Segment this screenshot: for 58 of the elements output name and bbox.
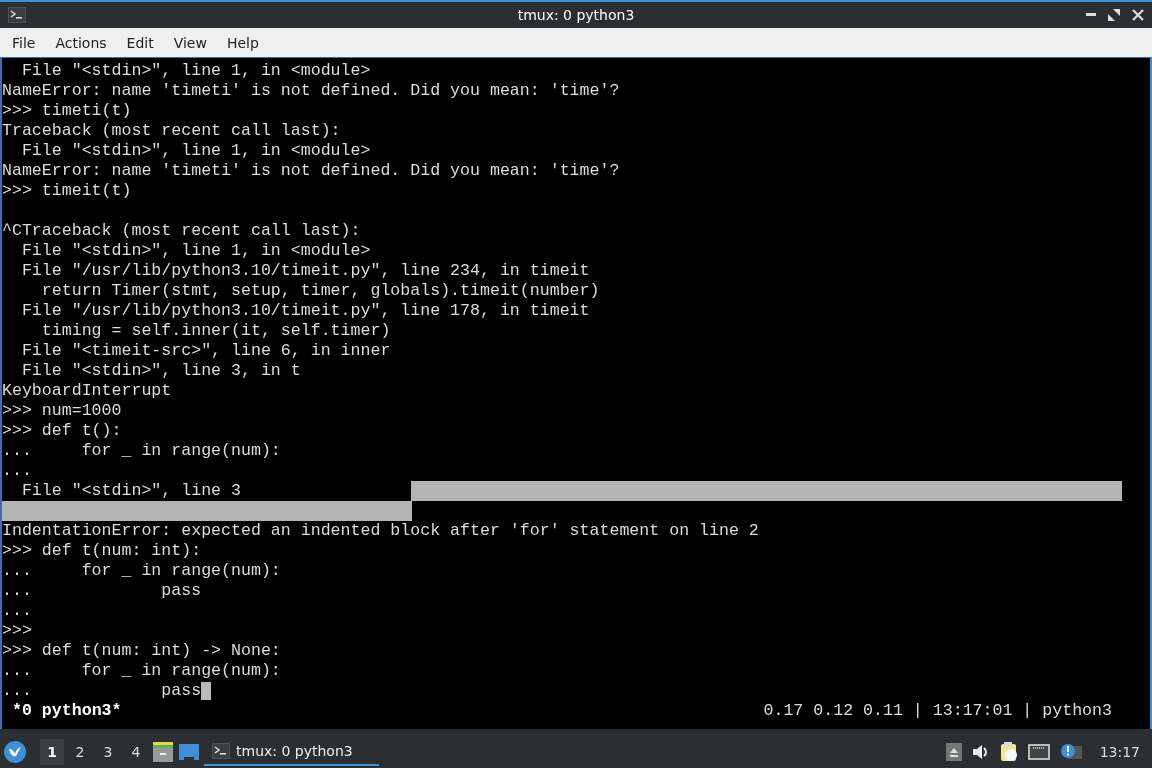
terminal-line: ... for _ in range(num): <box>2 661 281 681</box>
menu-item[interactable]: Help <box>216 30 269 55</box>
terminal-line: IndentationError: expected an indented block after 'for' statement on line 2 <box>2 521 759 541</box>
menu-item[interactable]: File <box>2 30 46 55</box>
maximize-icon[interactable] <box>1108 9 1120 21</box>
terminal-line: Traceback (most recent call last): <box>2 121 341 141</box>
terminal-line: ... pass <box>2 681 202 701</box>
terminal-line: >>> timeti(t) <box>2 101 132 121</box>
terminal-line: ... pass <box>2 581 202 601</box>
menu-item[interactable]: Actions <box>45 30 117 55</box>
window-title: tmux: 0 python3 <box>517 7 635 23</box>
terminal-line: File "/usr/lib/python3.10/timeit.py", line 234, in timeit <box>20 261 590 281</box>
file-cabinet-icon[interactable] <box>152 741 174 763</box>
terminal-line: return Timer(stmt, setup, timer, globals).timeit(number) <box>40 281 600 301</box>
terminal-line: ... <box>2 601 32 621</box>
terminal-line: >>> num=1000 <box>2 401 122 421</box>
terminal-icon <box>212 743 230 759</box>
terminal-line: >>> def t(num: int) -> None: <box>2 641 281 661</box>
start-menu-icon[interactable] <box>4 741 26 763</box>
workspace-button[interactable]: 3 <box>96 739 120 765</box>
terminal-line: >>> <box>2 621 32 641</box>
terminal-icon <box>8 7 26 23</box>
terminal-line: NameError: name 'timeti' is not defined. Did you mean: 'time'? <box>2 161 620 181</box>
terminal-line: File "<stdin>", line 3, in t <box>20 361 301 381</box>
terminal-line: >>> timeit(t) <box>2 181 132 201</box>
terminal-line: ... for _ in range(num): <box>2 561 281 581</box>
volume-icon[interactable] <box>971 744 990 760</box>
terminal-line: File "<stdin>", line 1, in <module> <box>20 141 371 161</box>
workspace-button[interactable]: 1 <box>40 739 64 765</box>
terminal-line: >>> def t(): <box>2 421 122 441</box>
tmux-window-label: *0 python3* <box>11 701 122 721</box>
terminal-line: ... <box>2 461 32 481</box>
minimize-icon[interactable] <box>1086 13 1096 17</box>
window-icon[interactable] <box>178 741 200 763</box>
network-icon[interactable] <box>1027 744 1050 760</box>
terminal-line: KeyboardInterrupt <box>2 381 172 401</box>
menu-item[interactable]: Edit <box>116 30 164 55</box>
terminal-line: timing = self.inner(it, self.timer) <box>40 321 391 341</box>
terminal-line: ^CTraceback (most recent call last): <box>2 221 361 241</box>
terminal-line: File "<stdin>", line 3 <box>20 481 241 501</box>
terminal-line: ... for _ in range(num): <box>2 441 281 461</box>
menu-item[interactable]: View <box>163 30 217 55</box>
tmux-status: 0.17 0.12 0.11 | 13:17:01 | python3 <box>763 701 1113 721</box>
workspace-button[interactable]: 4 <box>124 739 148 765</box>
eject-icon[interactable] <box>945 743 962 761</box>
terminal-line: NameError: name 'timeti' is not defined. Did you mean: 'time'? <box>2 81 620 101</box>
terminal-line: File "<timeit-src>", line 6, in inner <box>20 341 391 361</box>
workspace-button[interactable]: 2 <box>68 739 92 765</box>
taskbar-task[interactable]: tmux: 0 python3 <box>204 738 379 766</box>
terminal-line: File "<stdin>", line 1, in <module> <box>20 61 371 81</box>
terminal-line: >>> def t(num: int): <box>2 541 202 561</box>
clipboard-icon[interactable] <box>999 742 1018 762</box>
text-cursor <box>201 682 212 700</box>
close-icon[interactable] <box>1132 9 1144 21</box>
clock: 13:17 <box>1098 744 1141 760</box>
terminal-line: File "/usr/lib/python3.10/timeit.py", line 178, in timeit <box>20 301 590 321</box>
terminal-line: File "<stdin>", line 1, in <module> <box>20 241 371 261</box>
notification-icon[interactable] <box>1059 743 1082 761</box>
